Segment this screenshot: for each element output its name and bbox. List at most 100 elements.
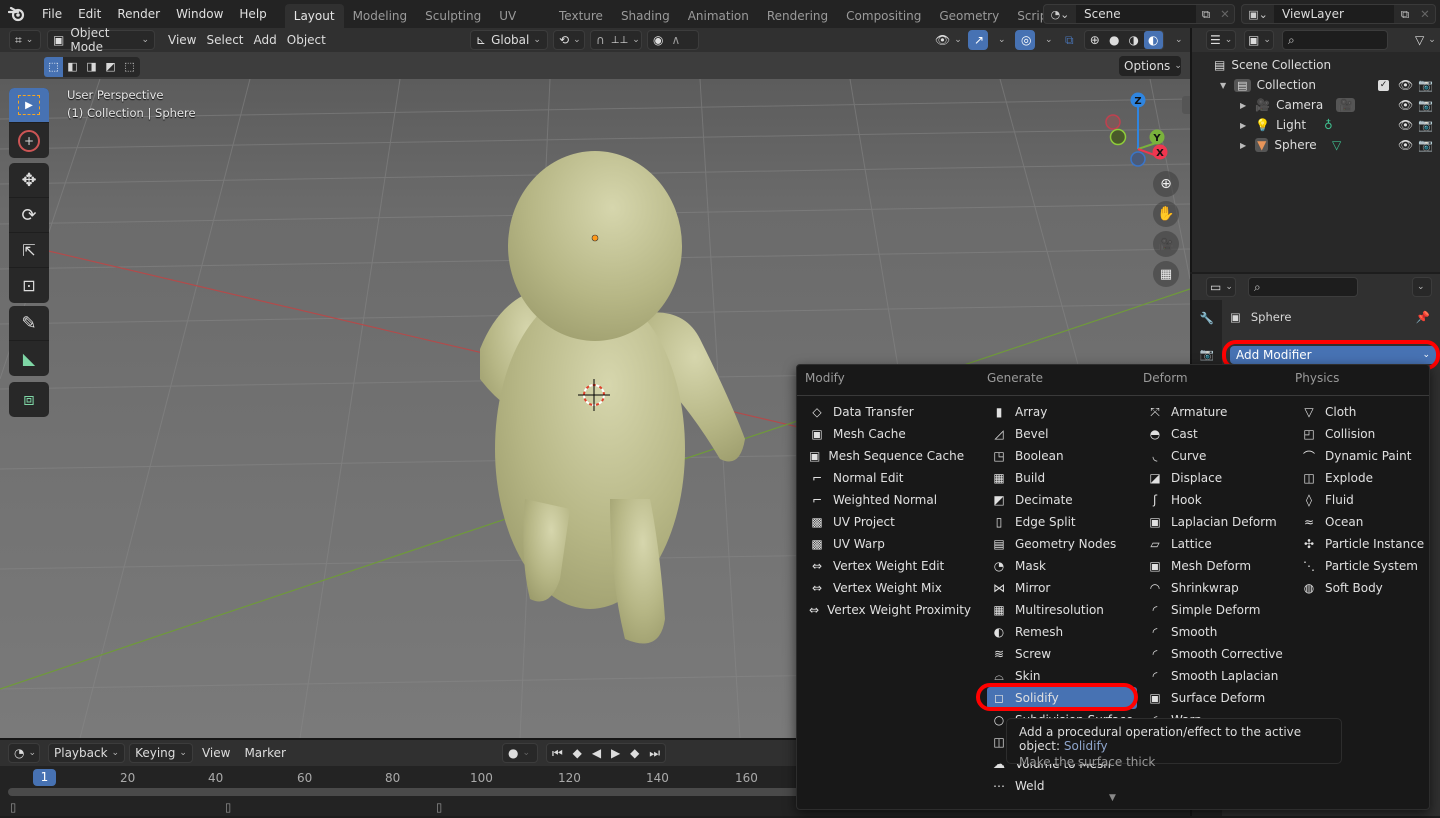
shading-dropdown[interactable]: ⌄ xyxy=(1166,30,1184,50)
marker-menu[interactable]: Marker xyxy=(239,743,290,763)
modifier-item-curve[interactable]: ◟ Curve xyxy=(1143,445,1283,467)
gizmo-toggle[interactable]: ↗ xyxy=(968,30,988,50)
timeline-editor-type[interactable]: ◔ ⌄ xyxy=(8,743,40,763)
modifier-item-boolean[interactable]: ◳ Boolean xyxy=(987,445,1137,467)
sphere-render-icon[interactable]: 📷 xyxy=(1418,138,1433,152)
properties-search[interactable]: ⌕ xyxy=(1248,277,1358,297)
mesh-data-icon[interactable]: ▽ xyxy=(1332,138,1341,152)
modifier-item-particle-instance[interactable]: ✣ Particle Instance xyxy=(1297,533,1437,555)
modifier-item-build[interactable]: ▦ Build xyxy=(987,467,1137,489)
menu-edit[interactable]: Edit xyxy=(70,0,109,28)
outliner-editor-type[interactable]: ☰ ⌄ xyxy=(1206,30,1236,50)
menu-select[interactable]: Select xyxy=(201,30,248,50)
outliner-item-sphere[interactable]: ▶ ▼ Sphere ▽ 👁 📷 xyxy=(1192,135,1440,155)
xray-toggle[interactable]: ⧉ xyxy=(1060,30,1080,50)
outliner-search[interactable]: ⌕ xyxy=(1282,30,1388,50)
menu-render[interactable]: Render xyxy=(109,0,168,28)
collection-render-icon[interactable]: 📷 xyxy=(1418,78,1433,92)
add-cube-tool[interactable]: ⧈ xyxy=(9,382,49,417)
tab-geometry-nodes[interactable]: Geometry Nodes xyxy=(930,4,1008,28)
modifier-item-mirror[interactable]: ⋈ Mirror xyxy=(987,577,1137,599)
editor-type-button[interactable]: ⌗ ⌄ xyxy=(9,30,41,50)
collection-visibility-icon[interactable]: 👁 xyxy=(1398,78,1413,92)
scroll-down-arrow-icon[interactable]: ▼ xyxy=(1109,793,1116,803)
menu-window[interactable]: Window xyxy=(168,0,231,28)
select-subtract-icon[interactable]: ◨ xyxy=(82,57,101,77)
modifier-item-screw[interactable]: ≋ Screw xyxy=(987,643,1137,665)
snap-toggle[interactable]: ∩ ⊥⊥ ⌄ xyxy=(590,30,642,50)
sidebar-toggle-tab[interactable] xyxy=(1182,96,1190,114)
rotate-tool[interactable]: ⟳ xyxy=(9,198,49,233)
filter-dropdown[interactable]: ▽ ⌄ xyxy=(1410,30,1440,50)
scene-name-field[interactable]: Scene xyxy=(1076,5,1196,23)
overlays-toggle[interactable]: ◎ xyxy=(1015,30,1035,50)
modifier-item-cloth[interactable]: ▽ Cloth xyxy=(1297,401,1437,423)
wireframe-shading-icon[interactable]: ⊕ xyxy=(1085,33,1105,47)
cursor-tool[interactable]: + xyxy=(9,123,49,158)
modifier-item-surface-deform[interactable]: ▣ Surface Deform xyxy=(1143,687,1283,709)
transform-tool[interactable]: ⊡ xyxy=(9,268,49,303)
properties-editor-type[interactable]: ▭ ⌄ xyxy=(1206,277,1236,297)
modifier-item-mask[interactable]: ◔ Mask xyxy=(987,555,1137,577)
light-visibility-icon[interactable]: 👁 xyxy=(1398,118,1413,132)
camera-visibility-icon[interactable]: 👁 xyxy=(1398,98,1413,112)
modifier-item-particle-system[interactable]: ⋱ Particle System xyxy=(1297,555,1437,577)
modifier-item-fluid[interactable]: ◊ Fluid xyxy=(1297,489,1437,511)
modifier-item-smooth-laplacian[interactable]: ◜ Smooth Laplacian xyxy=(1143,665,1283,687)
jump-start-icon[interactable]: ⏮ xyxy=(552,746,563,761)
light-render-icon[interactable]: 📷 xyxy=(1418,118,1433,132)
rendered-shading-icon[interactable]: ◐ xyxy=(1143,31,1163,49)
ortho-toggle-button[interactable]: ▦ xyxy=(1153,261,1179,287)
display-mode-dropdown[interactable]: ▣ ⌄ xyxy=(1244,30,1274,50)
modifier-item-lattice[interactable]: ▱ Lattice xyxy=(1143,533,1283,555)
playback-menu[interactable]: Playback ⌄ xyxy=(48,743,126,763)
modifier-item-uv-project[interactable]: ▩ UV Project xyxy=(805,511,945,533)
timeline-scrollbar[interactable] xyxy=(8,788,800,796)
duplicate-scene-icon[interactable]: ⧉ xyxy=(1196,7,1216,22)
modifier-item-simple-deform[interactable]: ◜ Simple Deform xyxy=(1143,599,1283,621)
tab-modeling[interactable]: Modeling xyxy=(344,4,417,28)
tab-animation[interactable]: Animation xyxy=(679,4,758,28)
camera-view-button[interactable]: 🎥 xyxy=(1153,231,1179,257)
navigation-gizmo[interactable]: Z Y X xyxy=(1100,87,1180,177)
scene-collection-row[interactable]: ▤ Scene Collection xyxy=(1192,55,1440,75)
tab-compositing[interactable]: Compositing xyxy=(837,4,930,28)
modifier-item-edge-split[interactable]: ▯ Edge Split xyxy=(987,511,1137,533)
tab-tool[interactable]: 🔧 xyxy=(1192,300,1222,336)
light-data-icon[interactable]: ♁ xyxy=(1324,118,1333,132)
collection-row[interactable]: ▼ ▤ Collection ✓ 👁 📷 xyxy=(1192,75,1440,95)
current-frame-indicator[interactable]: 1 xyxy=(33,769,56,786)
tab-uv-editing[interactable]: UV Editing xyxy=(490,4,550,28)
modifier-item-smooth-corrective[interactable]: ◜ Smooth Corrective xyxy=(1143,643,1283,665)
modifier-item-remesh[interactable]: ◐ Remesh xyxy=(987,621,1137,643)
prev-keyframe-icon[interactable]: ◆ xyxy=(573,746,582,760)
tab-shading[interactable]: Shading xyxy=(612,4,679,28)
overlays-dropdown[interactable]: ⌄ xyxy=(1036,30,1053,50)
menu-view[interactable]: View xyxy=(163,30,201,50)
duplicate-view-layer-icon[interactable]: ⧉ xyxy=(1394,7,1416,22)
modifier-item-vertex-weight-proximity[interactable]: ⇔ Vertex Weight Proximity xyxy=(805,599,971,621)
tab-sculpting[interactable]: Sculpting xyxy=(416,4,490,28)
annotate-tool[interactable]: ✎ xyxy=(9,306,49,341)
gizmo-dropdown[interactable]: ⌄ xyxy=(989,30,1006,50)
sphere-visibility-icon[interactable]: 👁 xyxy=(1398,138,1413,152)
outliner-item-light[interactable]: ▶ 💡 Light ♁ 👁 📷 xyxy=(1192,115,1440,135)
tab-texture-paint[interactable]: Texture Paint xyxy=(550,4,612,28)
solid-shading-icon[interactable]: ● xyxy=(1105,33,1125,47)
delete-view-layer-icon[interactable]: ✕ xyxy=(1416,7,1434,21)
modifier-item-bevel[interactable]: ◿ Bevel xyxy=(987,423,1137,445)
select-new-icon[interactable]: ⬚ xyxy=(44,57,63,77)
modifier-item-vertex-weight-edit[interactable]: ⇔ Vertex Weight Edit xyxy=(805,555,945,577)
modifier-item-mesh-deform[interactable]: ▣ Mesh Deform xyxy=(1143,555,1283,577)
expand-sphere-icon[interactable]: ▶ xyxy=(1240,141,1246,150)
proportional-edit-toggle[interactable]: ◉ ∧ xyxy=(647,30,699,50)
material-shading-icon[interactable]: ◑ xyxy=(1124,33,1144,47)
modifier-item-explode[interactable]: ◫ Explode xyxy=(1297,467,1437,489)
select-box-tool[interactable]: ▶ xyxy=(9,88,49,123)
auto-keying-toggle[interactable]: ● ⌄ xyxy=(502,743,538,763)
pan-view-button[interactable]: ✋ xyxy=(1153,201,1179,227)
properties-options-dropdown[interactable]: ⌄ xyxy=(1412,277,1432,297)
zoom-view-button[interactable]: ⊕ xyxy=(1153,171,1179,197)
modifier-item-mesh-sequence-cache[interactable]: ▣ Mesh Sequence Cache xyxy=(805,445,964,467)
menu-add[interactable]: Add xyxy=(249,30,282,50)
